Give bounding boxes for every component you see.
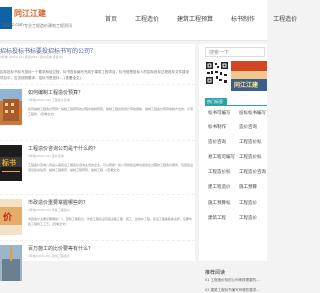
section-title: 热门标签 (205, 98, 227, 105)
search-input[interactable]: 搜索一下 (205, 47, 265, 57)
nav-item-bid[interactable]: 标书制作 (222, 0, 264, 40)
tag-link[interactable]: 工程造价标 (208, 169, 238, 175)
logo-name: 同江江建 (14, 9, 46, 18)
post-title[interactable]: 工程造价咨询公司是干什么的？ (28, 145, 98, 152)
post-excerpt: 市政造价主要掌握哪些？1、建筑工程知识，市政工程建设包括道路工程、施工，给排水工… (28, 217, 192, 226)
tag-link[interactable]: 工程造价标 (239, 139, 269, 145)
post-meta: 2年前(2024-03) 市政工程造价 (28, 208, 70, 212)
post-excerpt: 工程造价咨询公司是从事建设工程造价咨询业务的企业，可以帮助一些公司的建设单位提供… (28, 163, 194, 172)
tag-link[interactable]: 建筑工程 (208, 215, 238, 221)
site-logo[interactable]: 同江江建 tjjianz.com 专业工程造价建筑工程资讯 (0, 5, 80, 33)
tag-link[interactable]: 施工预算 (239, 184, 269, 190)
building-image-icon (0, 89, 22, 125)
promo-banner-image: 同江江建 (231, 61, 267, 91)
section-divider (205, 105, 267, 106)
post-thumbnail[interactable] (0, 89, 22, 125)
featured-desc: 招标投标书标写投标一个要求和经过程，标书投标编写完成于建筑工程项目，标书就是投标… (0, 69, 190, 81)
sidebar: 搜索一下 同江江建 热门标签 标书可编写 投标标书编写 标书制作 造价咨询 造价… (199, 44, 269, 292)
main-nav: 首页 工程造价 建筑工程预算 标书制作 工程造价 (96, 0, 306, 40)
tag-link[interactable]: 工程造价 (239, 200, 269, 206)
nav-item-home[interactable]: 首页 (96, 0, 126, 40)
featured-meta: 2年前 (2024-01) 阅读(301) 造价咨询 点赞(0) (0, 55, 63, 59)
svg-text:标书: 标书 (1, 158, 16, 167)
tag-link[interactable]: 投标标书编写 (239, 110, 269, 116)
related-title: 推荐阅读 (205, 270, 226, 276)
qr-code (205, 61, 229, 85)
svg-text:价: 价 (3, 212, 13, 223)
featured-title[interactable]: 招标投标书标要投招标书写的公司？ (0, 46, 96, 55)
post-thumbnail[interactable] (0, 245, 22, 281)
tag-link[interactable]: 工程造价标 (239, 154, 269, 160)
nav-item-cost[interactable]: 工程造价 (126, 0, 168, 40)
tag-link[interactable]: 标书制作 (208, 124, 238, 130)
tag-link[interactable]: 造价咨询 (239, 124, 269, 130)
construction-image-icon (0, 245, 22, 281)
logo-domain: tjjianz.com (2, 22, 24, 27)
tag-link[interactable]: 标书可编写 (208, 110, 238, 116)
featured-more-link[interactable]: (查看全文) (64, 76, 81, 80)
list-item: 如何编制工程造价预算？ 2年前(2024-02) 工程造价咨询 如何编制工程造价… (0, 84, 195, 125)
article-list: 招标投标书标要投招标书写的公司？ 2年前 (2024-01) 阅读(301) 造… (0, 44, 195, 281)
promo-banner[interactable]: 同江江建 (231, 61, 267, 91)
post-thumbnail[interactable]: 标书 (0, 145, 22, 181)
tag-link[interactable]: 易工程可编写 (208, 154, 238, 160)
site-header: 同江江建 tjjianz.com 专业工程造价建筑工程资讯 首页 工程造价 建筑… (0, 0, 297, 41)
list-item: 标书 工程造价咨询公司是干什么的？ 2年前(2024-02) 造价咨询 工程造价… (0, 140, 195, 181)
post-meta: 2年前(2024-02) 造价咨询 (28, 154, 64, 158)
post-excerpt: 如何编制工程造价预算？编制工程预算的过程中编制预算，编制工程的费用计算依据等，编… (28, 107, 194, 116)
qr-code-icon (205, 61, 229, 85)
nav-item-cost-2[interactable]: 工程造价 (264, 0, 306, 40)
post-title[interactable]: 如何编制工程造价预算？ (28, 89, 83, 96)
svg-text:同江江建: 同江江建 (234, 81, 259, 89)
post-title[interactable]: 百万施工的比价要等有什么？ (28, 245, 93, 252)
related-link[interactable]: 02 建筑工程标书编写有哪些要求… (205, 288, 260, 293)
tag-link[interactable]: 建工程造价 (208, 184, 238, 190)
post-thumbnail[interactable]: 价 (0, 199, 22, 235)
tag-link[interactable]: 施工预算标 (208, 200, 238, 206)
post-meta: 2年前(2024-03) 建筑工程造价 (28, 254, 70, 258)
price-image-icon: 价 (0, 199, 22, 235)
list-item: 价 市政造价重要掌握哪些的？ 2年前(2024-03) 市政工程造价 市政造价主… (0, 194, 195, 235)
post-meta: 2年前(2024-02) 工程造价咨询 (28, 98, 70, 102)
nav-item-budget[interactable]: 建筑工程预算 (168, 0, 222, 40)
logo-tagline: 专业工程造价建筑工程资讯 (24, 23, 72, 28)
tag-link[interactable]: 造价咨询 (208, 139, 238, 145)
tag-link[interactable]: 工程造价 (239, 215, 269, 221)
featured-excerpt: 招标投标书标写投标一个要求和经过程，标书投标编写完成于建筑工程项目，标书就是投标… (0, 70, 189, 80)
tag-link[interactable]: 工程造价咨询 (239, 169, 269, 175)
related-link[interactable]: 01 工程造价标的公司审核需要的… (205, 278, 260, 283)
crane-image-icon: 标书 (0, 145, 22, 181)
post-title[interactable]: 市政造价重要掌握哪些的？ (28, 199, 88, 206)
